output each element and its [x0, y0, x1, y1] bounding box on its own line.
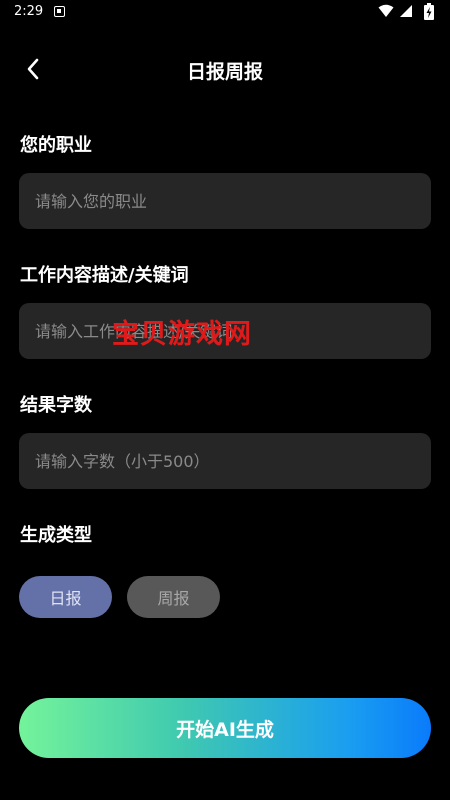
occupation-label: 您的职业 [20, 135, 92, 156]
word-count-input[interactable] [19, 433, 431, 489]
word-count-label: 结果字数 [20, 395, 92, 416]
page-title: 日报周报 [186, 61, 263, 83]
battery-charging-icon [424, 3, 434, 20]
type-option-daily[interactable]: 日报 [19, 576, 112, 618]
start-generate-button[interactable]: 开始AI生成 [19, 698, 431, 758]
status-bar: 2:29 [0, 0, 450, 26]
type-label: 生成类型 [20, 525, 92, 546]
status-time: 2:29 [14, 4, 44, 19]
type-option-weekly[interactable]: 周报 [127, 576, 220, 618]
occupation-input[interactable] [19, 173, 431, 229]
notification-a-icon [54, 6, 65, 17]
description-label: 工作内容描述/关键词 [20, 265, 189, 286]
description-input[interactable] [19, 303, 431, 359]
signal-icon [400, 5, 412, 17]
wifi-icon [378, 4, 394, 17]
screen: 2:29 日报周报 您的职业 工作内容描述/关键词 结果字数 生成类型 日报 周… [0, 0, 450, 800]
